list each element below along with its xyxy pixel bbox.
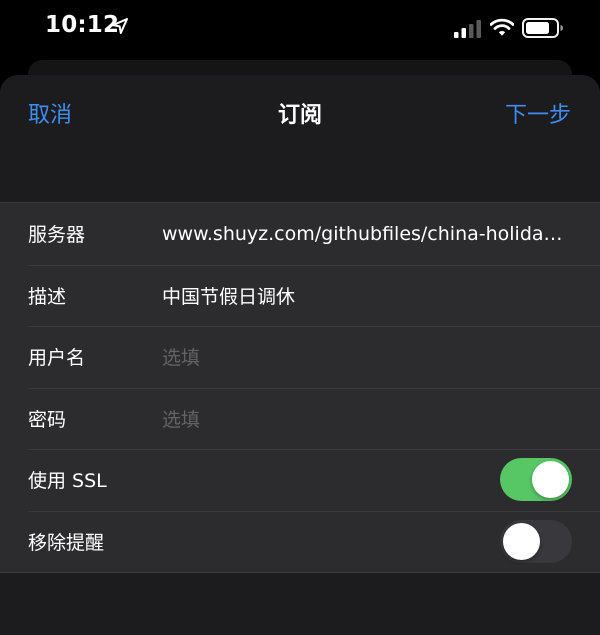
use-ssl-label: 使用 SSL [28,470,107,493]
location-arrow-icon [112,18,128,34]
subscription-form: 服务器 www.shuyz.com/githubfiles/china-holi… [0,202,600,573]
description-row[interactable]: 描述 中国节假日调休 [0,264,600,327]
description-field[interactable]: 中国节假日调休 [162,282,572,309]
server-label: 服务器 [28,224,86,247]
battery-icon [522,18,563,38]
password-label: 密码 [28,408,67,431]
cancel-button[interactable]: 取消 [28,97,72,129]
remove-alerts-label: 移除提醒 [28,531,105,554]
username-field[interactable]: 选填 [162,343,200,370]
username-label: 用户名 [28,347,86,370]
toggle-knob [503,522,540,560]
status-bar: 10:12 [0,0,600,58]
subscribe-sheet: 取消 订阅 下一步 服务器 www.shuyz.com/githubfiles/… [0,75,600,635]
server-field[interactable]: www.shuyz.com/githubfiles/china-holiday-… [162,223,572,245]
nav-bar: 取消 订阅 下一步 [0,75,600,155]
use-ssl-row: 使用 SSL [0,449,600,511]
status-time: 10:12 [45,12,120,38]
next-button[interactable]: 下一步 [505,97,571,129]
server-row[interactable]: 服务器 www.shuyz.com/githubfiles/china-holi… [0,203,600,265]
username-row[interactable]: 用户名 选填 [0,326,600,388]
wifi-icon [490,18,514,36]
description-label: 描述 [28,285,67,308]
use-ssl-toggle[interactable] [500,458,572,502]
remove-alerts-row: 移除提醒 [0,510,600,573]
cellular-signal-icon [454,20,481,38]
toggle-knob [532,461,569,499]
password-field[interactable]: 选填 [162,405,200,432]
password-row[interactable]: 密码 选填 [0,387,600,450]
remove-alerts-toggle[interactable] [500,519,572,563]
screen: 10:12 取消 订阅 下一步 服务器 www.shuyz.com/github… [0,0,600,635]
